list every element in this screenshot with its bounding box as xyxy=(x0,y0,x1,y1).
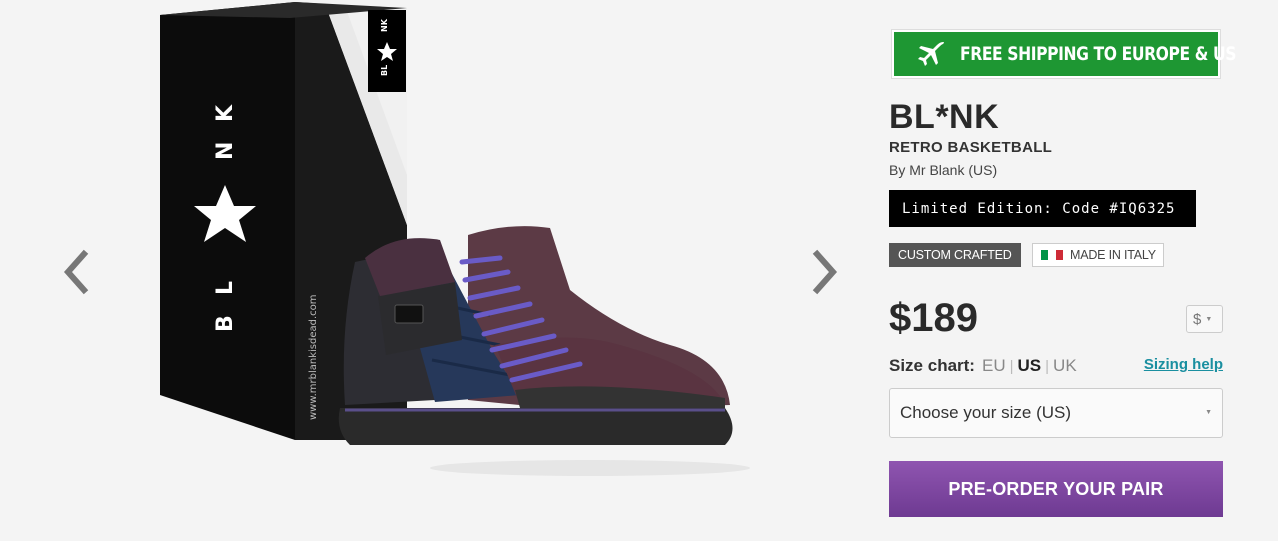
size-chart-row: Size chart: EU | US | UK Sizing help xyxy=(889,354,1223,378)
box-url: www.mrblankisdead.com xyxy=(308,294,319,420)
box-logo-letter: N xyxy=(213,142,238,160)
italy-flag-icon xyxy=(1041,250,1063,260)
sizing-help-link[interactable]: Sizing help xyxy=(1144,356,1223,373)
free-shipping-banner: FREE SHIPPING TO EUROPE & US xyxy=(892,30,1236,78)
size-chart-label: Size chart: xyxy=(889,356,975,375)
box-label-bl: BL xyxy=(380,65,389,76)
product-image: BL NK B L N K www.mrblankisdead.com xyxy=(160,2,750,476)
box-logo-letter: B xyxy=(213,315,238,332)
box-label-nk: NK xyxy=(380,18,389,32)
designer-credit: By Mr Blank (US) xyxy=(889,162,998,178)
airplane-icon xyxy=(916,39,946,69)
custom-crafted-badge: CUSTOM CRAFTED xyxy=(889,243,1021,267)
separator: | xyxy=(1045,357,1050,375)
limited-edition-badge: Limited Edition: Code #IQ6325 xyxy=(889,190,1196,227)
made-in-italy-label: MADE IN ITALY xyxy=(1070,248,1156,262)
box-logo-letter: L xyxy=(213,281,238,295)
product-gallery: BL NK B L N K www.mrblankisdead.com xyxy=(0,0,860,541)
currency-value: $ xyxy=(1193,310,1202,328)
size-select-value: Choose your size (US) xyxy=(900,403,1072,422)
size-option-uk[interactable]: UK xyxy=(1053,356,1077,376)
product-model: RETRO BASKETBALL xyxy=(889,139,1053,156)
prev-image-button[interactable] xyxy=(55,242,95,302)
size-select[interactable]: Choose your size (US) ▼ xyxy=(889,388,1223,438)
product-price: $189 xyxy=(889,296,978,340)
currency-select[interactable]: $ ▼ xyxy=(1186,305,1223,333)
box-logo-letter: K xyxy=(213,104,238,122)
preorder-button[interactable]: PRE-ORDER YOUR PAIR xyxy=(889,461,1223,517)
made-in-italy-badge: MADE IN ITALY xyxy=(1032,243,1164,267)
size-option-eu[interactable]: EU xyxy=(982,356,1006,376)
chevron-left-icon xyxy=(63,249,89,295)
size-option-us[interactable]: US xyxy=(1018,356,1042,376)
next-image-button[interactable] xyxy=(806,242,846,302)
chevron-right-icon xyxy=(812,249,838,295)
chevron-down-icon: ▼ xyxy=(1205,409,1212,416)
shipping-text: FREE SHIPPING TO EUROPE & US xyxy=(960,43,1237,65)
separator: | xyxy=(1009,357,1014,375)
product-brand: BL*NK xyxy=(889,98,1000,136)
chevron-down-icon: ▼ xyxy=(1205,315,1213,323)
